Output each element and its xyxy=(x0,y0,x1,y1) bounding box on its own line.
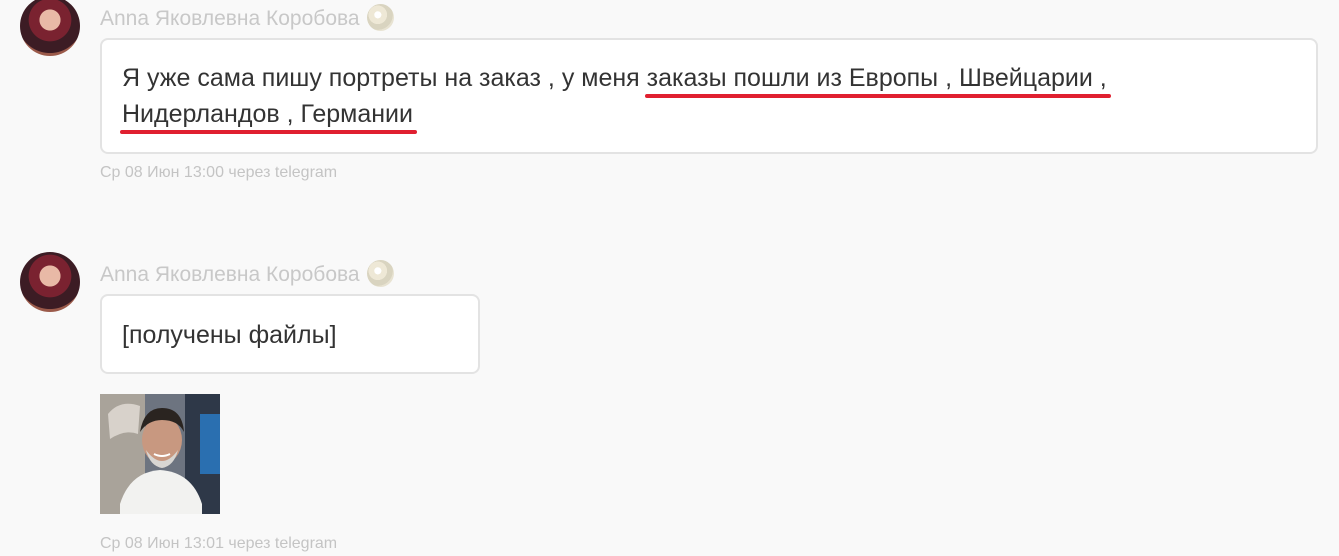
message-bubble: [получены файлы] xyxy=(100,294,480,374)
avatar[interactable] xyxy=(20,252,80,312)
highlight-text-2: Нидерландов , Германии xyxy=(122,100,413,128)
highlighted-text-2: Нидерландов , Германии xyxy=(120,100,417,134)
highlighted-text-1: заказы пошли из Европы , Швейцарии , xyxy=(644,64,1111,98)
message-text: [получены файлы] xyxy=(122,321,337,349)
message-text: Я уже сама пишу портреты на заказ , у ме… xyxy=(122,64,647,92)
red-underline xyxy=(120,130,417,134)
author-name[interactable]: Anna Яковлевна Коробова xyxy=(100,260,394,289)
highlight-text-1: заказы пошли из Европы , Швейцарии , xyxy=(646,64,1107,92)
attachment-thumbnail xyxy=(100,394,220,514)
attachment-image[interactable] xyxy=(100,394,220,514)
author-name[interactable]: Anna Яковлевна Коробова xyxy=(100,4,394,33)
red-underline xyxy=(644,94,1111,98)
message-bubble: Я уже сама пишу портреты на заказ , у ме… xyxy=(100,38,1318,154)
message-timestamp: Ср 08 Июн 13:01 через telegram xyxy=(100,535,338,552)
message-timestamp: Ср 08 Июн 13:00 через telegram xyxy=(100,164,338,181)
avatar[interactable] xyxy=(20,0,80,56)
author-name-text[interactable]: Anna Яковлевна Коробова xyxy=(100,263,360,286)
badge-icon xyxy=(366,4,394,31)
badge-icon xyxy=(366,260,394,287)
author-name-text[interactable]: Anna Яковлевна Коробова xyxy=(100,7,360,30)
